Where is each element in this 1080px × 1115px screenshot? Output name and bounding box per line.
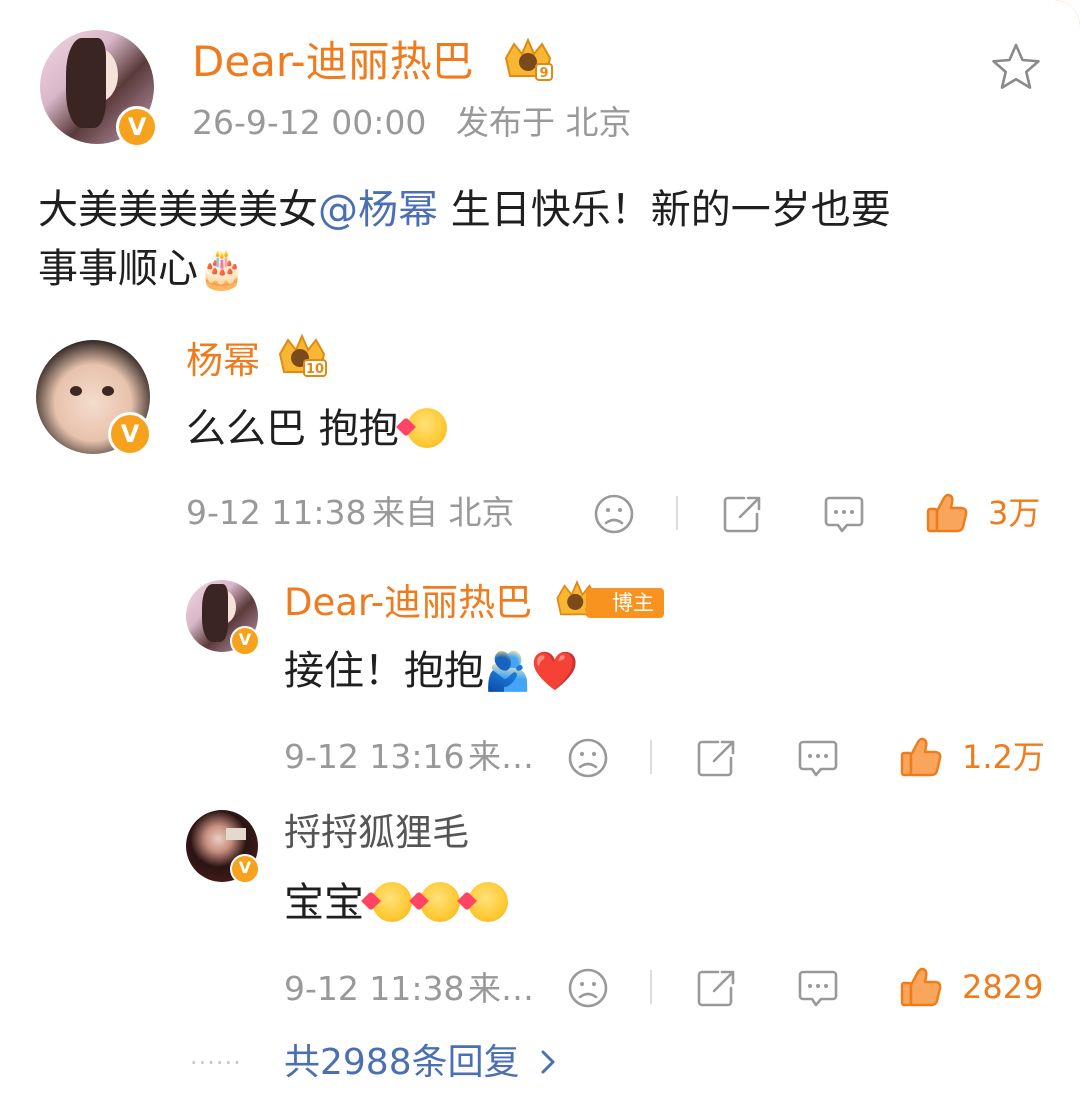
separator xyxy=(676,496,678,530)
reply-author-name[interactable]: 捋捋狐狸毛 xyxy=(284,808,469,858)
comment-icon[interactable] xyxy=(796,736,840,780)
verified-badge-icon: V xyxy=(230,854,260,884)
frown-face-icon[interactable] xyxy=(566,736,610,780)
reply-text-content: 宝宝 xyxy=(284,880,364,926)
hug-emoji: 🫂 xyxy=(484,649,532,693)
frown-face-icon[interactable] xyxy=(592,492,636,536)
share-icon[interactable] xyxy=(694,736,738,780)
thumbs-up-icon[interactable] xyxy=(924,490,970,536)
comment-text-content: 么么巴 抱抱 xyxy=(186,406,399,452)
separator xyxy=(650,740,652,774)
share-icon[interactable] xyxy=(694,966,738,1010)
post-text: 大美美美美美女 xyxy=(38,187,318,233)
post-location: 发布于 北京 xyxy=(456,103,632,142)
post-author-name[interactable]: Dear-迪丽热巴 xyxy=(192,34,474,90)
comment-like-count: 3万 xyxy=(988,494,1041,532)
comment-time: 9-12 11:38 xyxy=(186,493,367,532)
chevron-right-icon xyxy=(541,1050,555,1074)
kiss-emoji-icon xyxy=(409,882,460,922)
post-text-continued: 生日快乐！新的一岁也要 xyxy=(438,187,891,233)
reply-location: 来… xyxy=(468,737,534,776)
verified-badge-icon: V xyxy=(230,626,260,656)
share-icon[interactable] xyxy=(720,492,764,536)
thumbs-up-icon[interactable] xyxy=(898,964,944,1010)
reply-time: 9-12 11:38 xyxy=(284,969,465,1008)
reply-author-name[interactable]: Dear-迪丽热巴 xyxy=(284,578,532,628)
comment-icon[interactable] xyxy=(822,492,866,536)
reply-text: 接住！抱抱🫂❤️ xyxy=(284,644,579,698)
post-author-level: 9 xyxy=(539,66,548,81)
frown-face-icon[interactable] xyxy=(566,966,610,1010)
post-text-line2: 事事顺心 xyxy=(38,246,198,292)
commenter-level: 10 xyxy=(306,362,324,377)
reply-time: 9-12 13:16 xyxy=(284,737,465,776)
separator xyxy=(650,970,652,1004)
reply-like-count: 2829 xyxy=(962,968,1044,1006)
kiss-emoji-icon xyxy=(361,882,412,922)
comment-text: 么么巴 抱抱 xyxy=(186,402,447,456)
verified-badge-icon: V xyxy=(116,106,158,148)
post-content-line2: 事事顺心🎂 xyxy=(38,242,245,296)
thumbs-up-icon[interactable] xyxy=(898,734,944,780)
commenter-name[interactable]: 杨幂 xyxy=(186,336,260,386)
view-more-replies-link[interactable]: 共2988条回复 xyxy=(284,1038,561,1088)
reply-like-count: 1.2万 xyxy=(962,738,1045,776)
comment-location: 来自 北京 xyxy=(372,493,515,532)
fan-level-crown-icon: 10 xyxy=(278,334,327,377)
kiss-emoji-icon xyxy=(395,408,447,448)
post-timestamp: 26-9-12 00:00 xyxy=(192,103,427,142)
divider-dots: ······ xyxy=(190,1049,242,1077)
mention-link[interactable]: @杨幂 xyxy=(318,187,438,233)
reply-location: 来… xyxy=(468,969,534,1008)
more-replies-label: 共2988条回复 xyxy=(284,1042,520,1083)
fan-level-crown-icon: 9 xyxy=(504,38,553,81)
comment-icon[interactable] xyxy=(796,966,840,1010)
verified-badge-icon: V xyxy=(108,412,152,456)
weibo-comment-detail: V Dear-迪丽热巴 9 26-9-12 00:00 发布于 北京 大美美美美… xyxy=(0,0,1080,1115)
star-icon[interactable] xyxy=(990,42,1042,92)
post-content-line1: 大美美美美美女@杨幂 生日快乐！新的一岁也要 xyxy=(38,183,891,237)
cake-emoji: 🎂 xyxy=(198,247,246,291)
reply-text: 宝宝 xyxy=(284,876,508,930)
host-tag: 博主 xyxy=(586,588,664,618)
heart-emoji: ❤️ xyxy=(531,649,579,693)
reply-text-content: 接住！抱抱 xyxy=(284,648,484,694)
kiss-emoji-icon xyxy=(457,882,508,922)
